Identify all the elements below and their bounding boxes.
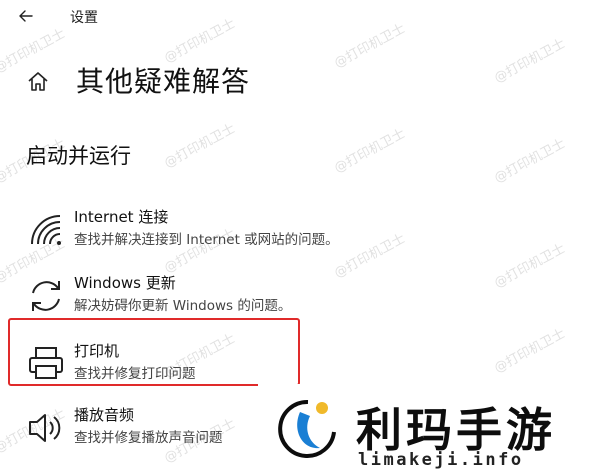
item-description: 查找并修复播放声音问题 — [74, 430, 223, 446]
item-description: 查找并解决连接到 Internet 或网站的问题。 — [74, 232, 339, 248]
site-logo: 利玛手游 limakeji.info — [258, 384, 600, 475]
wifi-icon — [31, 215, 61, 245]
arrow-left-icon — [19, 10, 33, 22]
item-title: Windows 更新 — [74, 274, 176, 292]
watermark-text: @打印机卫士 — [491, 36, 568, 87]
title-bar: 设置 — [0, 0, 600, 32]
window-title: 设置 — [70, 10, 98, 26]
highlight-box — [8, 318, 300, 386]
troubleshooter-internet[interactable]: Internet 连接 查找并解决连接到 Internet 或网站的问题。 — [20, 206, 580, 262]
home-icon — [28, 72, 48, 91]
sync-icon — [32, 281, 60, 311]
watermark-text: @打印机卫士 — [491, 136, 568, 187]
item-title: Internet 连接 — [74, 208, 169, 226]
item-description: 解决妨碍你更新 Windows 的问题。 — [74, 298, 292, 314]
logo-domain-text: limakeji.info — [358, 450, 524, 470]
logo-mark-icon — [278, 399, 336, 458]
section-title: 启动并运行 — [26, 144, 131, 168]
watermark-text: @打印机卫士 — [331, 126, 408, 177]
speaker-icon — [29, 414, 61, 442]
back-button[interactable] — [14, 4, 38, 28]
watermark-text: @打印机卫士 — [161, 121, 238, 172]
page-title: 其他疑难解答 — [76, 65, 251, 98]
item-title: 播放音频 — [74, 406, 135, 424]
